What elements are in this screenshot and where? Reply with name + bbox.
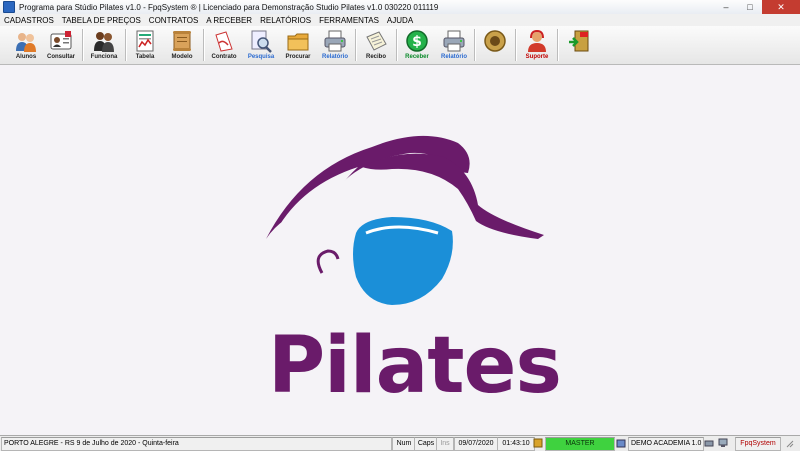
settings-button[interactable]	[477, 27, 513, 63]
menu-a-receber[interactable]: A RECEBER	[202, 16, 256, 25]
employees-icon	[94, 32, 114, 52]
status-time: 01:43:10	[497, 437, 535, 451]
logo-blue-circle	[353, 217, 453, 305]
modelo-button[interactable]: Modelo	[164, 27, 200, 63]
maximize-button[interactable]: □	[738, 0, 762, 14]
printer-icon	[324, 30, 346, 52]
gold-coin-icon	[484, 30, 506, 52]
relatorio-receber-button[interactable]: Relatório	[436, 27, 472, 63]
exit-door-icon	[569, 30, 589, 52]
resize-grip-icon[interactable]	[784, 438, 794, 448]
printer-icon	[443, 30, 465, 52]
svg-text:$: $	[412, 34, 422, 50]
computer-icon[interactable]	[718, 438, 728, 448]
menu-contratos[interactable]: CONTRATOS	[145, 16, 202, 25]
scroll-icon	[173, 31, 191, 51]
window-controls: – □ ✕	[714, 0, 800, 14]
status-bar: PORTO ALEGRE - RS 9 de Julho de 2020 - Q…	[0, 435, 800, 451]
status-user: MASTER	[545, 437, 615, 451]
minimize-button[interactable]: –	[714, 0, 738, 14]
status-location-date: PORTO ALEGRE - RS 9 de Julho de 2020 - Q…	[1, 437, 392, 451]
support-agent-icon	[528, 29, 546, 52]
status-date: 09/07/2020	[454, 437, 498, 451]
consultar-label: Consultar	[46, 54, 75, 60]
status-caps: Caps	[414, 437, 438, 451]
main-area: Pilates	[0, 65, 800, 434]
close-button[interactable]: ✕	[762, 0, 800, 14]
students-icon	[16, 33, 36, 52]
status-company: DEMO ACADEMIA 1.0	[628, 437, 704, 451]
window-title: Programa para Stúdio Pilates v1.0 - FpqS…	[19, 2, 439, 12]
id-card-icon	[50, 31, 72, 50]
search-document-icon	[251, 30, 272, 53]
relatorio-button[interactable]: Relatório	[317, 27, 353, 63]
pilates-logo-graphic	[266, 135, 544, 305]
contract-pen-icon	[215, 31, 233, 52]
toolbar-separator	[557, 29, 559, 61]
app-icon	[3, 1, 15, 13]
recibo-button[interactable]: Recibo	[358, 27, 394, 63]
pilates-logo-text: Pilates	[268, 321, 562, 411]
suporte-label: Suporte	[525, 54, 549, 60]
menu-ajuda[interactable]: AJUDA	[383, 16, 417, 25]
status-num: Num	[392, 437, 416, 451]
toolbar: Alunos Consultar Funciona Tabela Modelo …	[0, 26, 800, 65]
menu-cadastros[interactable]: CADASTROS	[0, 16, 58, 25]
menu-relatorios[interactable]: RELATÓRIOS	[256, 16, 315, 25]
relatorio-receber-label: Relatório	[440, 54, 467, 60]
receipt-icon	[366, 31, 387, 51]
user-icon	[533, 438, 543, 448]
exit-button[interactable]	[561, 27, 597, 63]
title-bar: Programa para Stúdio Pilates v1.0 - FpqS…	[0, 0, 800, 15]
menu-ferramentas[interactable]: FERRAMENTAS	[315, 16, 383, 25]
folder-icon	[287, 33, 309, 51]
status-ins: Ins	[436, 437, 454, 451]
funciona-button[interactable]: Funciona	[86, 27, 122, 63]
price-table-icon	[136, 30, 154, 52]
logo-loop	[316, 249, 340, 274]
printer-icon[interactable]	[704, 438, 714, 448]
company-icon	[616, 439, 626, 448]
dollar-coin-icon: $	[406, 30, 428, 52]
modelo-label: Modelo	[171, 54, 193, 60]
status-brand: FpqSystem	[735, 437, 781, 451]
toolbar-separator	[474, 29, 476, 61]
menu-tabela-de-precos[interactable]: TABELA DE PREÇOS	[58, 16, 145, 25]
suporte-button[interactable]: Suporte	[519, 27, 555, 63]
consultar-button[interactable]: Consultar	[43, 27, 79, 63]
